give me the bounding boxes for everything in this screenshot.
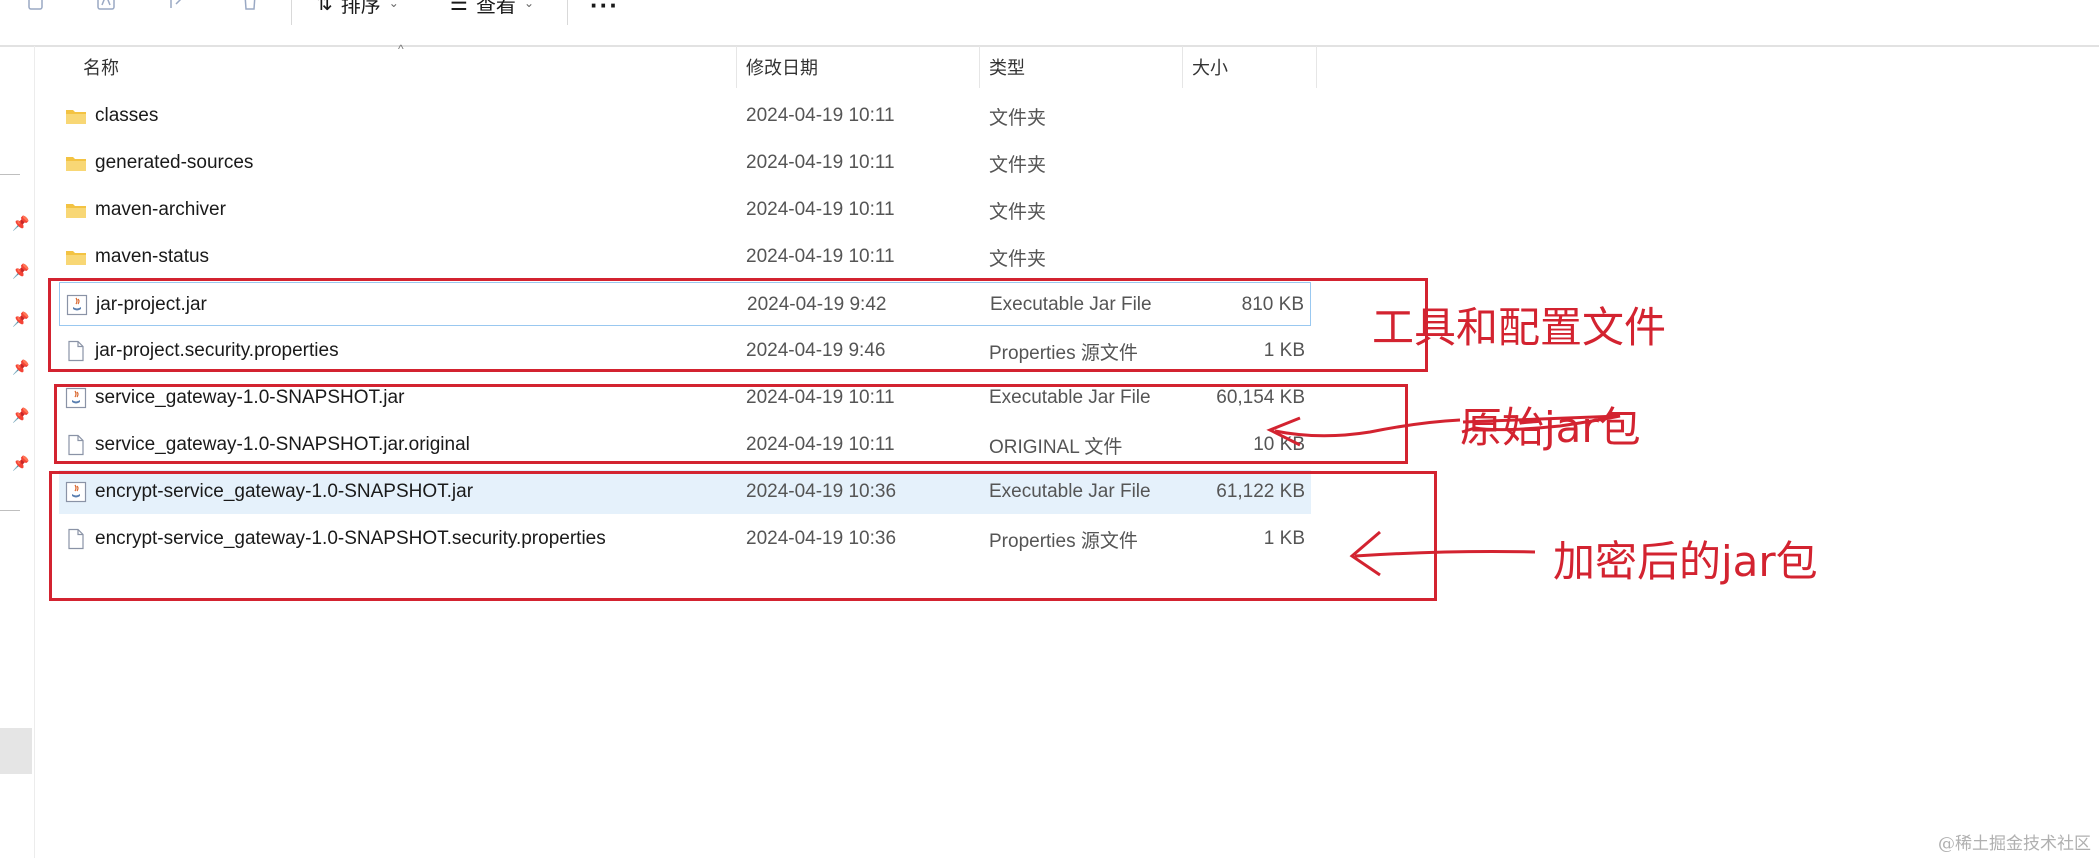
annotation-label-tools: 工具和配置文件: [1372, 303, 1667, 352]
arrow-original-line: [1274, 418, 1461, 438]
arrow-encrypted-line: [1354, 550, 1536, 558]
watermark: @稀土掘金技术社区: [1938, 834, 2091, 854]
annotation-label-encrypted: 加密后的jar包: [1553, 537, 1818, 586]
annotation-label-original: 原始jar包: [1460, 403, 1641, 452]
annotation-arrows: [1266, 414, 1621, 577]
